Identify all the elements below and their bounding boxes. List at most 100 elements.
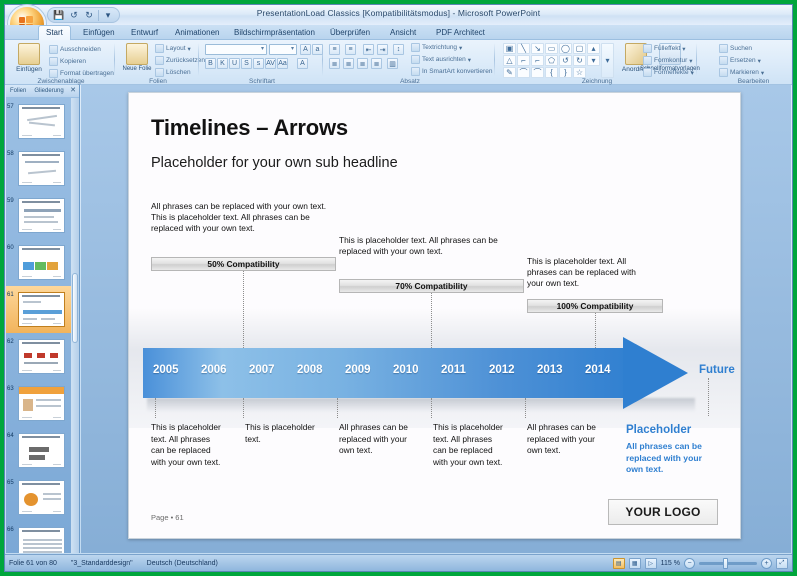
timeline-arrow[interactable]: 2005 2006 2007 2008 2009 2010 2011 2012 … [143,337,695,412]
thumbnail-item[interactable]: 57 [6,98,71,145]
align-right-button[interactable]: ≣ [357,58,368,69]
shape-rounded-rect[interactable]: ▢ [573,43,586,54]
tab-bildschirmpraesentation[interactable]: Bildschirmpräsentation [227,25,322,40]
bold-button[interactable]: B [205,58,216,69]
shapes-scroll-up-icon[interactable]: ▴ [587,43,600,54]
delete-slide-button[interactable]: Löschen [155,68,191,77]
shadow-button[interactable]: s [253,58,264,69]
change-case-button[interactable]: Aa [277,58,288,69]
thumbnail-item[interactable]: 62 [6,333,71,380]
character-spacing-button[interactable]: AV [265,58,276,69]
strikethrough-button[interactable]: S [241,58,252,69]
thumbnail-item[interactable]: 60 [6,239,71,286]
shape-star[interactable]: ☆ [573,67,586,78]
shape-elbow-arrow[interactable]: ⌐ [531,55,544,66]
slide-sorter-view-button[interactable]: ▦ [628,557,641,569]
thumbnail-preview[interactable] [18,198,65,233]
thumbnail-preview[interactable] [18,480,65,515]
shape-pentagon[interactable]: ⬠ [545,55,558,66]
redo-icon[interactable]: ↻ [83,9,95,21]
zoom-out-icon[interactable]: − [684,557,695,569]
shapes-scroll-down-icon[interactable]: ▾ [587,55,600,66]
thumbnail-item[interactable]: 59 [6,192,71,239]
shape-left-brace[interactable]: { [545,67,558,78]
shape-triangle[interactable]: △ [503,55,516,66]
quick-access-toolbar[interactable]: 💾 ↺ ↻ ▾ [47,7,120,23]
tab-start[interactable]: Start [38,25,71,40]
thumbnail-item-selected[interactable]: 61 [6,286,71,333]
slideshow-view-button[interactable]: ▷ [644,557,657,569]
underline-button[interactable]: U [229,58,240,69]
shape-outline-button[interactable]: Formkontur ▾ [643,56,693,65]
increase-indent-button[interactable]: ⇥ [377,44,388,55]
thumbnail-preview[interactable] [18,245,65,280]
shape-oval[interactable]: ◯ [559,43,572,54]
convert-smartart-button[interactable]: In SmartArt konvertieren [411,67,492,76]
numbering-button[interactable]: ≡ [345,44,356,55]
thumbnail-preview[interactable] [18,151,65,186]
thumbnail-item[interactable]: 65 [6,474,71,521]
format-painter-button[interactable]: Format übertragen [49,69,114,78]
shape-elbow-connector[interactable]: ⌐ [517,55,530,66]
thumbnail-preview[interactable] [18,292,65,327]
compatibility-bar-100[interactable]: 100% Compatibility [527,299,663,313]
thumbnail-item[interactable]: 63 [6,380,71,427]
new-slide-button[interactable]: Neue Folie [120,43,154,73]
compatibility-bar-50[interactable]: 50% Compatibility [151,257,336,271]
shape-rectangle[interactable]: ▭ [545,43,558,54]
shape-freeform[interactable]: ✎ [503,67,516,78]
thumbnail-item[interactable]: 58 [6,145,71,192]
bottom-text-block-2[interactable]: This is placeholder text. [245,422,319,445]
justify-button[interactable]: ≣ [371,58,382,69]
thumbnail-preview[interactable] [18,527,65,553]
slide-editing-area[interactable]: Timelines – Arrows Placeholder for your … [81,85,791,553]
chevron-down-icon[interactable]: ▾ [291,45,294,52]
tab-ansicht[interactable]: Ansicht [383,25,423,40]
align-center-button[interactable]: ≣ [343,58,354,69]
undo-icon[interactable]: ↺ [68,9,80,21]
increase-font-size-button[interactable]: A [300,44,311,55]
layout-button[interactable]: Layout ▾ [155,44,191,53]
shapes-more-icon[interactable]: ▾ [601,43,614,78]
top-text-block-1[interactable]: All phrases can be replaced with your ow… [151,201,329,234]
thumbnail-item[interactable]: 66 [6,521,71,553]
logo-placeholder[interactable]: YOUR LOGO [608,499,718,525]
highlight-body[interactable]: All phrases can be replaced with your ow… [626,441,712,476]
cut-button[interactable]: Ausschneiden [49,45,101,54]
align-text-button[interactable]: Text ausrichten ▾ [411,55,471,64]
font-name-input[interactable]: ▾ [205,44,267,55]
slide-subtitle[interactable]: Placeholder for your own sub headline [151,155,398,171]
decrease-indent-button[interactable]: ⇤ [363,44,374,55]
fit-to-window-button[interactable]: ⤢ [776,557,788,569]
thumbnail-preview[interactable] [18,386,65,421]
line-spacing-button[interactable]: ↕ [393,44,404,55]
bottom-text-block-5[interactable]: All phrases can be replaced with your ow… [527,422,601,457]
scrollbar-thumb[interactable] [72,273,78,343]
thumbnail-scrollbar[interactable] [71,98,79,553]
replace-button[interactable]: Ersetzen ▾ [719,56,761,65]
top-text-block-3[interactable]: This is placeholder text. All phrases ca… [527,256,647,289]
pane-tab-slides[interactable]: Folien [6,88,30,94]
shape-arc[interactable]: ⌒ [531,67,544,78]
find-button[interactable]: Suchen [719,44,752,53]
status-zoom-level[interactable]: 115 % [661,560,680,567]
text-direction-button[interactable]: Textrichtung ▾ [411,43,462,52]
chevron-down-icon[interactable]: ▾ [261,45,264,52]
italic-button[interactable]: K [217,58,228,69]
compatibility-bar-70[interactable]: 70% Compatibility [339,279,524,293]
thumbnail-list[interactable]: 57 58 59 60 61 62 63 64 65 66 [6,98,71,553]
copy-button[interactable]: Kopieren [49,57,86,66]
zoom-slider[interactable] [699,557,757,569]
tab-animationen[interactable]: Animationen [168,25,226,40]
normal-view-button[interactable]: ▤ [612,557,625,569]
shape-right-brace[interactable]: } [559,67,572,78]
tab-einfuegen[interactable]: Einfügen [76,25,122,40]
slide-canvas[interactable]: Timelines – Arrows Placeholder for your … [128,92,741,539]
pane-tab-outline[interactable]: Gliederung [30,88,67,94]
shape-circular-arrow[interactable]: ↺ [559,55,572,66]
zoom-in-icon[interactable]: + [761,557,772,569]
shapes-gallery[interactable]: ▣ ╲ ↘ ▭ ◯ ▢ ▴ ▾ △ ⌐ ⌐ ⬠ ↺ ↻ ▾ ✎ ⌒ ⌒ { } [503,43,614,78]
tab-ueberpruefen[interactable]: Überprüfen [323,25,377,40]
slide-title[interactable]: Timelines – Arrows [151,115,348,141]
bottom-text-block-1[interactable]: This is placeholder text. All phrases ca… [151,422,225,468]
